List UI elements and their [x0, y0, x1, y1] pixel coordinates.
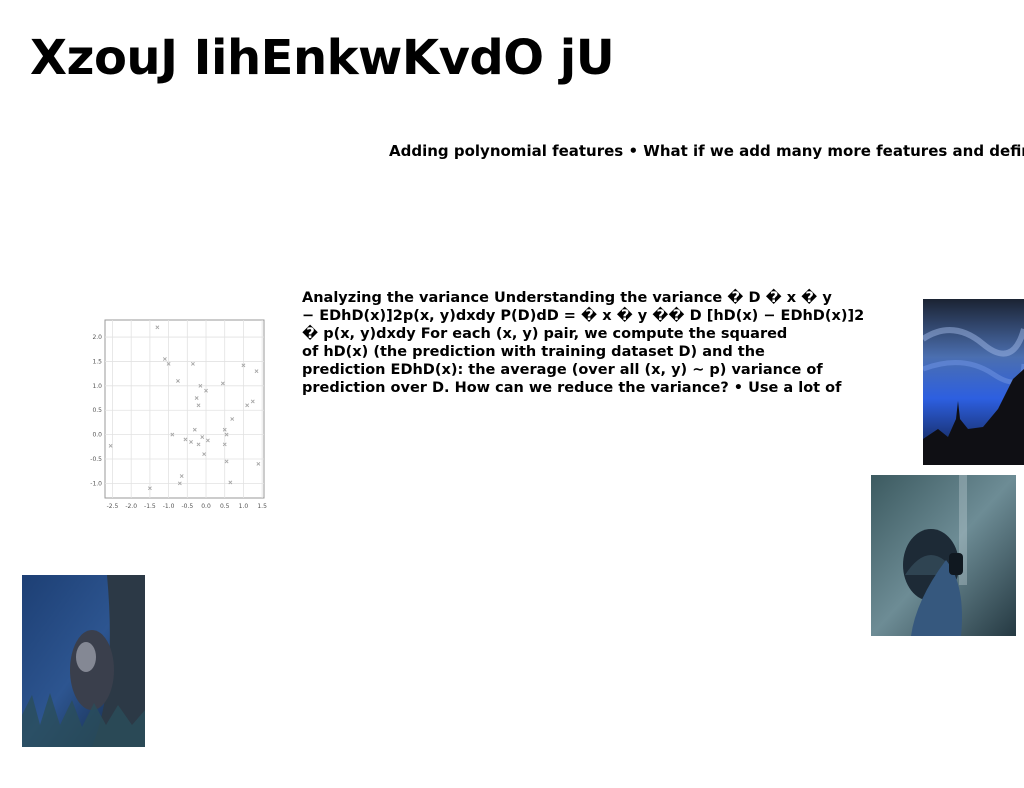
- y-tick-label: 1.5: [92, 358, 102, 365]
- x-tick-label: -2.0: [125, 503, 137, 510]
- photo-animal-tree: [22, 575, 145, 747]
- body-line-6: prediction over D. How can we reduce the…: [302, 380, 842, 396]
- body-line-1: Analyzing the variance Understanding the…: [302, 290, 832, 306]
- x-tick-label: -1.5: [144, 503, 156, 510]
- photo-person-camera: [871, 475, 1016, 636]
- plot-area: [104, 319, 265, 499]
- y-tick-label: 1.0: [92, 383, 102, 390]
- slide-title: XzouJ IihEnkwKvdO jU: [30, 30, 615, 86]
- y-tick-label: -0.5: [90, 456, 102, 463]
- y-tick-label: 0.0: [92, 432, 102, 439]
- body-line-2: − EDhD(x)]2p(x, y)dxdy P(D)dD = � x � y …: [302, 308, 865, 324]
- x-tick-label: 1.5: [257, 503, 267, 510]
- x-tick-label: 0.5: [220, 503, 230, 510]
- photo-sky-castle: [923, 299, 1024, 465]
- x-tick-label: -0.5: [181, 503, 193, 510]
- x-tick-label: 0.0: [201, 503, 211, 510]
- x-tick-label: -1.0: [163, 503, 175, 510]
- body-line-3: � p(x, y)dxdy For each (x, y) pair, we c…: [302, 326, 788, 342]
- body-text: Analyzing the variance Understanding the…: [302, 289, 865, 397]
- body-line-5: prediction EDhD(x): the average (over al…: [302, 362, 823, 378]
- scatter-plot: -2.5 -2.0 -1.5 -1.0 -0.5 0.0 0.5 1.0 1.5 2.0 1.5 1.…: [90, 319, 267, 510]
- x-tick-label: 1.0: [239, 503, 249, 510]
- x-tick-label: -2.5: [107, 503, 119, 510]
- body-line-4: of hD(x) (the prediction with training d…: [302, 344, 765, 360]
- y-tick-label: 2.0: [92, 334, 102, 341]
- y-tick-label: -1.0: [90, 480, 102, 487]
- slide-subtitle: Adding polynomial features • What if we …: [389, 142, 1024, 160]
- y-tick-label: 0.5: [92, 407, 102, 414]
